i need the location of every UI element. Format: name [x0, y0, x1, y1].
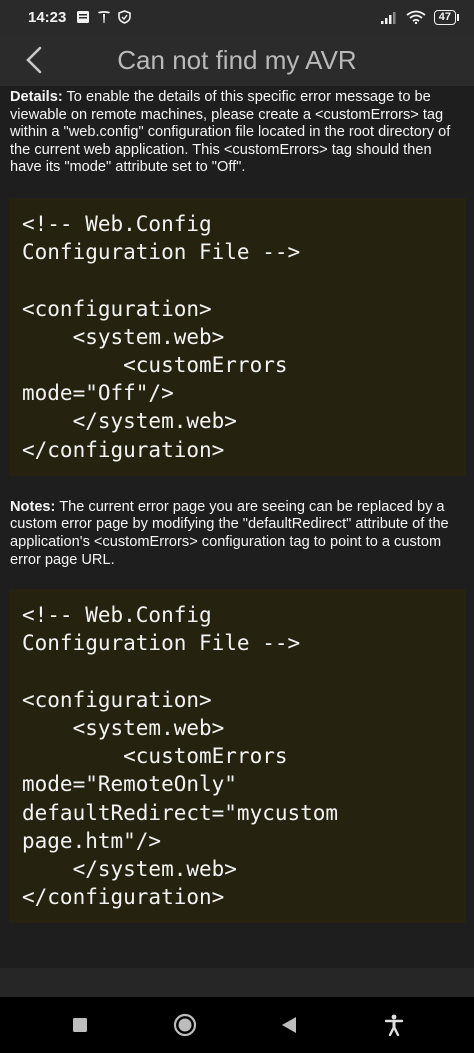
shield-icon [118, 10, 132, 24]
accessibility-button[interactable] [374, 1005, 414, 1045]
note-icon [77, 11, 90, 23]
status-right-icons: 47 [380, 9, 460, 25]
nav-back-button[interactable] [269, 1005, 309, 1045]
error-content[interactable]: Details: To enable the details of this s… [0, 86, 474, 968]
system-nav-bar [0, 997, 474, 1053]
bottom-strip [0, 968, 474, 997]
chevron-left-icon [26, 46, 42, 74]
wifi-icon [406, 10, 426, 24]
signal-icon [380, 11, 396, 24]
back-triangle-icon [282, 1017, 297, 1033]
code-block-1: <!-- Web.Config Configuration File --> <… [9, 197, 466, 476]
recents-square-icon [73, 1018, 88, 1032]
tesla-icon [98, 11, 111, 23]
home-button[interactable] [165, 1005, 205, 1045]
app-bar: Can not find my AVR [0, 34, 474, 86]
back-button[interactable] [0, 34, 68, 86]
details-label: Details: [10, 89, 63, 105]
status-bar: 14:23 47 [0, 0, 474, 34]
status-time: 14:23 [28, 8, 67, 26]
details-text: To enable the details of this specific e… [10, 89, 451, 176]
code-block-2: <!-- Web.Config Configuration File --> <… [9, 589, 466, 924]
recents-button[interactable] [60, 1005, 100, 1045]
battery-icon: 47 [433, 9, 460, 25]
notes-paragraph: Notes: The current error page you are se… [0, 496, 474, 569]
page-title: Can not find my AVR [117, 44, 357, 75]
accessibility-icon [384, 1014, 403, 1036]
notes-text: The current error page you are seeing ca… [10, 498, 449, 568]
home-circle-icon [173, 1013, 196, 1037]
status-left-icons [76, 10, 132, 24]
details-paragraph: Details: To enable the details of this s… [0, 86, 474, 177]
notes-label: Notes: [10, 498, 56, 515]
